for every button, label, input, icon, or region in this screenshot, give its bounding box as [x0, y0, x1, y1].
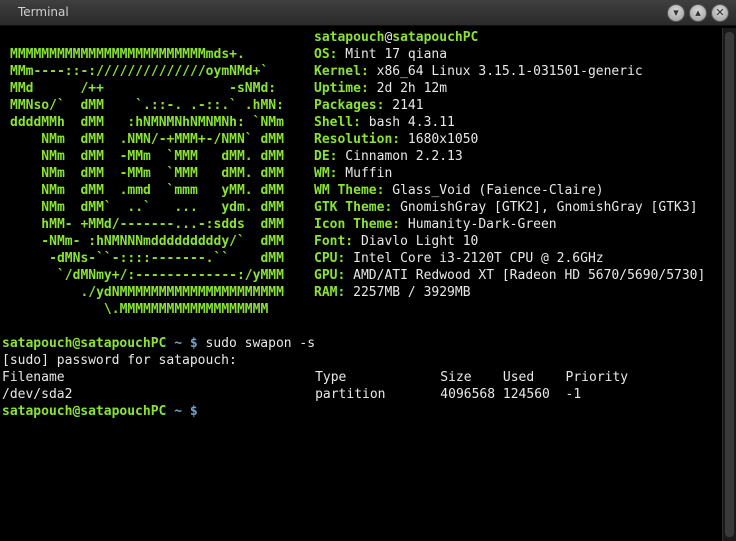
sysinfo-key: WM:: [314, 166, 338, 181]
swap-table-row: /dev/sda2 partition 4096568 124560 -1: [2, 387, 582, 402]
sysinfo-key: WM Theme:: [314, 183, 385, 198]
logo-line: `/dMNmy+/:-------------:/yMMM: [10, 268, 284, 283]
sysinfo-value: 1680x1050: [400, 132, 479, 147]
terminal-output[interactable]: MMMMMMMMMMMMMMMMMMMMMMMMMmds+. MMm----::…: [0, 28, 722, 541]
sysinfo-key: Icon Theme:: [314, 217, 401, 232]
terminal-window: Terminal ▾ ▴ ✕ MMMMMMMMMMMMMMMMMMMMMMMMM…: [0, 0, 736, 541]
logo-line: MMNso/` dMM `.::-. .-::.` .hMN:: [10, 98, 284, 113]
sysinfo-row-de: DE: Cinnamon 2.2.13: [314, 148, 463, 165]
sysinfo-row-cpu: CPU: Intel Core i3-2120T CPU @ 2.6GHz: [314, 250, 604, 267]
logo-line: -NMm- :hNMNNNmdddddddddy/` dMM: [10, 234, 284, 249]
sysinfo-value: Humanity-Dark-Green: [400, 217, 557, 232]
terminal-scrollbar[interactable]: [722, 28, 736, 541]
maximize-icon[interactable]: ▴: [689, 4, 707, 22]
logo-line: hMM- +MMd/-------...-:sdds dMM: [10, 217, 284, 232]
logo-line: MMMMMMMMMMMMMMMMMMMMMMMMMmds+.: [10, 47, 245, 62]
prompt-user-host: satapouch@satapouchPC: [2, 336, 167, 351]
sysinfo-row-kernel: Kernel: x86_64 Linux 3.15.1-031501-gener…: [314, 63, 643, 80]
logo-line: NMm dMM` ..` ... ydm. dMM: [10, 200, 284, 215]
prompt-path: ~ $: [166, 404, 198, 419]
swap-table-header: Filename Type Size Used Priority: [2, 370, 629, 385]
sysinfo-header: satapouch@satapouchPC: [314, 29, 478, 46]
sysinfo-row-shell: Shell: bash 4.3.11: [314, 114, 455, 131]
prompt-path: ~ $: [166, 336, 198, 351]
logo-line: MMd /++ -sNMd:: [10, 81, 277, 96]
logo-line: NMm dMM .NMN/-+MMM+-/NMN` dMM: [10, 132, 284, 147]
sysinfo-row-ram: RAM: 2257MB / 3929MB: [314, 284, 471, 301]
sysinfo-row-os: OS: Mint 17 qiana: [314, 46, 447, 63]
window-titlebar[interactable]: Terminal ▾ ▴ ✕: [0, 0, 736, 26]
sysinfo-value: Mint 17 qiana: [337, 47, 448, 62]
sysinfo-row-wm: WM: Muffin: [314, 165, 392, 182]
sysinfo-value: Muffin: [337, 166, 393, 181]
logo-line: NMm dMM -MMm `MMM dMM. dMM: [10, 149, 284, 164]
sysinfo-value: 2d 2h 12m: [368, 81, 448, 96]
sysinfo-row-resolution: Resolution: 1680x1050: [314, 131, 478, 148]
sysinfo-row-uptime: Uptime: 2d 2h 12m: [314, 80, 447, 97]
sysinfo-key: DE:: [314, 149, 338, 164]
minimize-icon[interactable]: ▾: [667, 4, 685, 22]
sysinfo-key: Resolution:: [314, 132, 401, 147]
window-title: Terminal: [18, 5, 69, 19]
sysinfo-key: Font:: [314, 234, 354, 249]
sysinfo-key: Uptime:: [314, 81, 369, 96]
sysinfo-key: OS:: [314, 47, 338, 62]
sysinfo-value: x86_64 Linux 3.15.1-031501-generic: [368, 64, 643, 79]
sysinfo-row-gtk-theme: GTK Theme: GnomishGray [GTK2], GnomishGr…: [314, 199, 698, 216]
sysinfo-row-wm-theme: WM Theme: Glass_Void (Faience-Claire): [314, 182, 604, 199]
sysinfo-key: Kernel:: [314, 64, 369, 79]
sysinfo-user: satapouch: [314, 30, 385, 45]
sysinfo-value: bash 4.3.11: [360, 115, 455, 130]
sysinfo-row-packages: Packages: 2141: [314, 97, 424, 114]
scrollbar-thumb[interactable]: [725, 32, 734, 537]
logo-line: ddddMMh dMM :hNMNMNhNMNMNh: `NMm: [10, 115, 284, 130]
command-line: satapouch@satapouchPC ~ $ sudo swapon -s: [2, 335, 315, 352]
logo-line: MMm----::-://////////////oymNMd+`: [10, 64, 269, 79]
command-text: sudo swapon -s: [197, 336, 316, 351]
sysinfo-value: AMD/ATI Redwood XT [Radeon HD 5670/5690/…: [345, 268, 706, 283]
sysinfo-value: Glass_Void (Faience-Claire): [384, 183, 604, 198]
sysinfo-row-font: Font: Diavlo Light 10: [314, 233, 478, 250]
logo-line: ./ydNMMMMMMMMMMMMMMMMMMMMM: [10, 285, 284, 300]
sysinfo-key: GPU:: [314, 268, 346, 283]
sysinfo-key: Shell:: [314, 115, 361, 130]
sysinfo-value: Cinnamon 2.2.13: [337, 149, 463, 164]
sysinfo-value: Diavlo Light 10: [353, 234, 479, 249]
sysinfo-row-icon-theme: Icon Theme: Humanity-Dark-Green: [314, 216, 557, 233]
logo-line: -dMNs-``-::::-------.`` dMM: [10, 251, 284, 266]
prompt-user-host: satapouch@satapouchPC: [2, 404, 167, 419]
sysinfo-key: CPU:: [314, 251, 346, 266]
logo-line: NMm dMM -MMm `MMM dMM. dMM: [10, 166, 284, 181]
sysinfo-row-gpu: GPU: AMD/ATI Redwood XT [Radeon HD 5670/…: [314, 267, 705, 284]
sysinfo-value: 2141: [384, 98, 424, 113]
sysinfo-key: Packages:: [314, 98, 385, 113]
sysinfo-key: GTK Theme:: [314, 200, 393, 215]
sysinfo-value: Intel Core i3-2120T CPU @ 2.6GHz: [345, 251, 604, 266]
close-icon[interactable]: ✕: [711, 4, 729, 22]
sudo-prompt: [sudo] password for satapouch:: [2, 353, 237, 368]
sysinfo-value: 2257MB / 3929MB: [345, 285, 471, 300]
logo-line: \.MMMMMMMMMMMMMMMMMMM: [10, 302, 269, 317]
sysinfo-key: RAM:: [314, 285, 346, 300]
sysinfo-host: satapouchPC: [392, 30, 479, 45]
sysinfo-value: GnomishGray [GTK2], GnomishGray [GTK3]: [392, 200, 698, 215]
logo-line: NMm dMM .mmd `mmm yMM. dMM: [10, 183, 284, 198]
final-prompt-line[interactable]: satapouch@satapouchPC ~ $: [2, 403, 198, 420]
